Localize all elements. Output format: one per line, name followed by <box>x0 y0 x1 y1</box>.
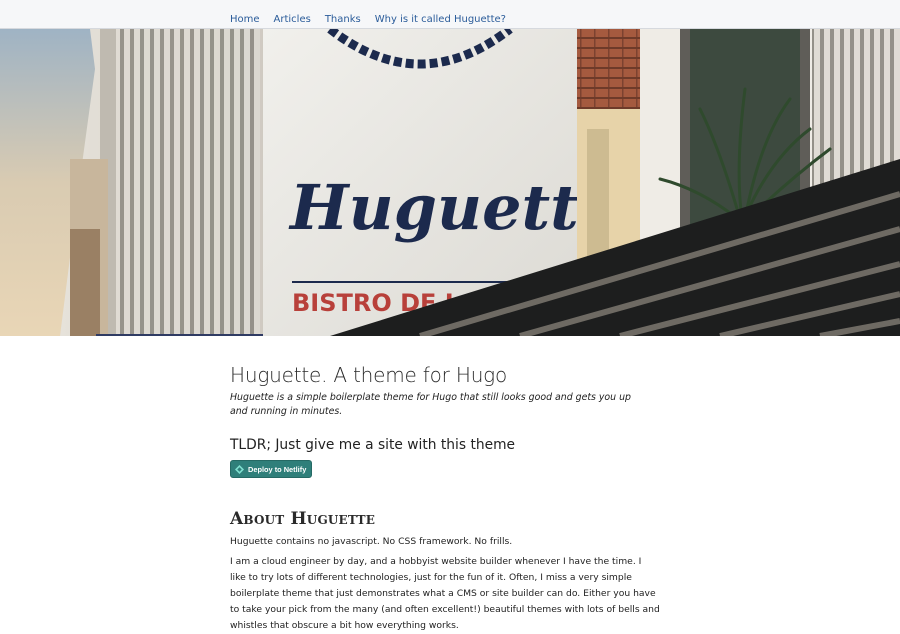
hero-image: Huguette BISTRO DE L <box>0 29 900 336</box>
nav-item-why-huguette[interactable]: Why is it called Huguette? <box>375 14 506 25</box>
deploy-button-label: Deploy to Netlify <box>248 464 307 474</box>
hero-photo: Huguette BISTRO DE L <box>0 29 900 336</box>
nav-list: Home Articles Thanks Why is it called Hu… <box>230 7 520 27</box>
nav-item-thanks[interactable]: Thanks <box>325 14 361 25</box>
sign-script: Huguette <box>288 171 618 244</box>
deploy-to-netlify-button[interactable]: Deploy to Netlify <box>230 460 313 478</box>
about-paragraph-2: I am a cloud engineer by day, and a hobb… <box>230 556 660 631</box>
nav-item-home[interactable]: Home <box>230 14 260 25</box>
about-paragraph-1: Huguette contains no javascript. No CSS … <box>230 536 513 547</box>
page-title: Huguette. A theme for Hugo <box>230 363 508 387</box>
nav-item-articles[interactable]: Articles <box>274 14 311 25</box>
about-heading: About Huguette <box>230 509 376 529</box>
netlify-icon <box>235 464 244 474</box>
intro-text: Huguette is a simple boilerplate theme f… <box>230 392 631 417</box>
top-nav: Home Articles Thanks Why is it called Hu… <box>0 0 900 29</box>
tldr-heading: TLDR; Just give me a site with this them… <box>230 437 516 453</box>
main-content: Huguette. A theme for Hugo Huguette is a… <box>230 362 670 634</box>
